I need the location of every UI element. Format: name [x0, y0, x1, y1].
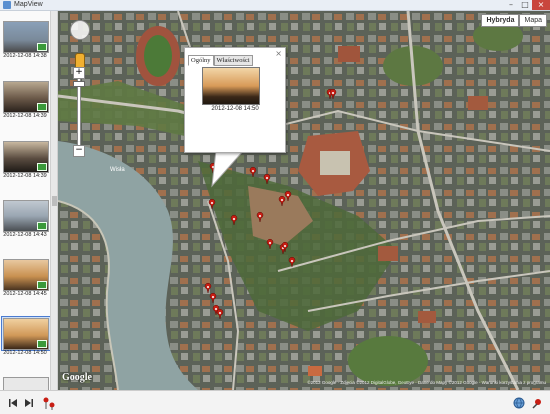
photo-list: 2012-12-08 14:38 2012-12-08 14:39 2012-1… [0, 11, 58, 390]
photo-thumbnail[interactable] [3, 259, 49, 291]
photo-marker[interactable] [256, 211, 264, 223]
camera-icon [37, 43, 47, 51]
popup-pointer [211, 150, 245, 188]
photo-caption: 2012-12-08 14:45 [3, 291, 47, 297]
camera-icon [37, 340, 47, 348]
bottom-toolbar [0, 390, 550, 414]
photo-marker[interactable] [204, 282, 212, 294]
popup-close-button[interactable]: × [275, 49, 282, 58]
scrollbar-thumb[interactable] [52, 196, 57, 206]
route-markers-icon[interactable] [42, 396, 56, 410]
close-button[interactable]: × [532, 0, 550, 10]
photo-marker[interactable] [329, 88, 337, 100]
photo-caption: 2012-12-08 14:39 [3, 113, 47, 119]
photo-marker[interactable] [209, 292, 217, 304]
zoom-out-button[interactable]: − [73, 145, 85, 157]
photo-marker[interactable] [208, 198, 216, 210]
camera-icon [37, 222, 47, 230]
tab-properties[interactable]: Właściwości [213, 55, 253, 66]
photo-marker[interactable] [263, 173, 271, 185]
photo-marker[interactable] [284, 190, 292, 202]
pan-control[interactable] [70, 20, 90, 40]
minimize-button[interactable]: – [504, 0, 518, 10]
photo-thumbnail[interactable] [3, 318, 49, 350]
zoom-slider-thumb[interactable] [73, 81, 85, 87]
photo-info-popup: × Ogólny Właściwości 2012-12-08 14:50 [184, 47, 286, 153]
photo-thumbnail[interactable] [3, 21, 49, 53]
google-logo: Google [62, 372, 92, 383]
app-icon [3, 1, 11, 9]
globe-icon[interactable] [512, 396, 526, 409]
photo-caption: 2012-12-08 14:50 [3, 350, 47, 356]
camera-icon [37, 281, 47, 289]
photo-thumbnail[interactable] [3, 200, 49, 232]
photo-caption: 2012-12-08 14:39 [3, 173, 47, 179]
map-type-map-button[interactable]: Mapa [519, 14, 547, 27]
map-type-hybrid-button[interactable]: Hybryda [481, 14, 520, 27]
first-photo-icon[interactable] [6, 396, 20, 409]
map-copyright[interactable]: ©2012 Google · Zdjęcia ©2012 DigitalGlob… [307, 380, 546, 385]
photo-preview[interactable] [202, 67, 260, 105]
photo-thumbnail[interactable] [3, 377, 49, 390]
camera-icon [37, 103, 47, 111]
photo-thumbnail[interactable] [3, 141, 49, 173]
map-view[interactable]: Wisła × Ogólny Właściwości 2012-12-08 14… [58, 11, 550, 390]
photo-thumbnail[interactable] [3, 81, 49, 113]
photo-marker[interactable] [278, 195, 286, 207]
camera-icon [37, 163, 47, 171]
zoom-slider[interactable] [77, 78, 81, 148]
sidebar-scrollbar[interactable] [50, 11, 57, 390]
photo-markers [204, 88, 337, 320]
photo-marker[interactable] [266, 238, 274, 250]
photo-caption: 2012-12-08 14:38 [3, 53, 47, 59]
maximize-button[interactable]: □ [518, 0, 532, 10]
photo-caption: 2012-12-08 14:43 [3, 232, 47, 238]
tab-general[interactable]: Ogólny [188, 55, 214, 66]
photo-marker[interactable] [216, 308, 224, 320]
photo-marker[interactable] [230, 214, 238, 226]
photo-marker[interactable] [288, 256, 296, 268]
window-title: MapView [14, 1, 43, 8]
photo-date: 2012-12-08 14:50 [211, 106, 259, 112]
title-bar: MapView – □ × [0, 0, 550, 11]
settings-pin-icon[interactable] [530, 396, 544, 409]
photo-marker[interactable] [249, 166, 257, 178]
last-photo-icon[interactable] [22, 396, 36, 409]
